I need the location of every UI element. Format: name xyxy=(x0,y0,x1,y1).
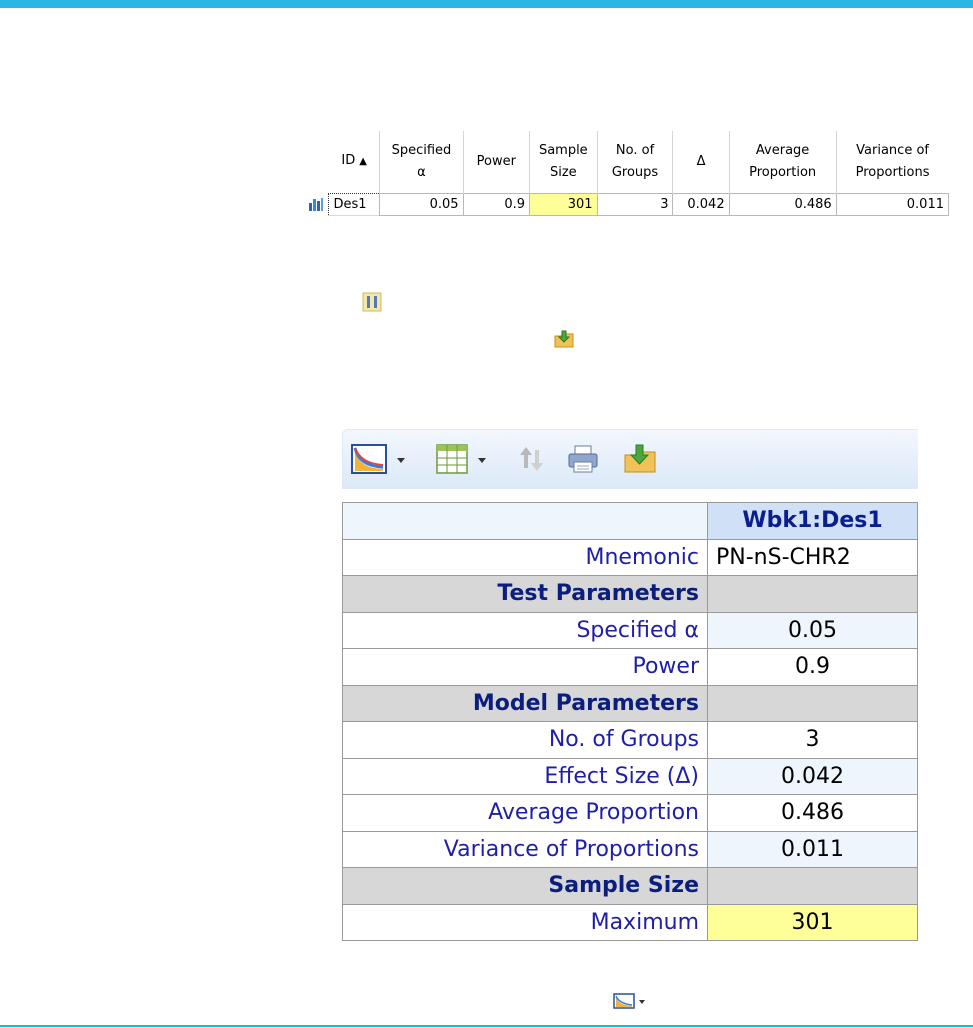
design-table-header: Wbk1:Des1 xyxy=(342,502,918,540)
sort-ascending-icon: ▲ xyxy=(359,156,367,168)
cell-id[interactable]: Des1 xyxy=(328,192,381,216)
row-label: Maximum xyxy=(342,903,708,941)
row-value: 0.9 xyxy=(707,648,918,686)
table-dropdown-caret-icon[interactable] xyxy=(478,458,486,463)
column-header-delta[interactable]: Δ xyxy=(672,131,730,193)
column-header-specified-alpha[interactable]: Specified α xyxy=(379,131,464,193)
row-label: Average Proportion xyxy=(342,794,708,832)
section-header: Model Parameters xyxy=(342,684,918,722)
bottom-divider xyxy=(0,1025,973,1027)
table-icon[interactable] xyxy=(436,444,468,478)
row-label: Variance of Proportions xyxy=(342,830,708,868)
column-header-variance-of-proportions[interactable]: Variance of Proportions xyxy=(836,131,948,193)
row-value: 0.011 xyxy=(707,830,918,868)
cell-specified-alpha[interactable]: 0.05 xyxy=(379,192,464,216)
plot-menu-icon xyxy=(613,992,651,1014)
table-row: Specified α 0.05 xyxy=(342,611,918,649)
column-header-specified-alpha-label: Specified α xyxy=(391,142,452,180)
cell-sample-size[interactable]: 301 xyxy=(529,192,598,216)
table-row: Power 0.9 xyxy=(342,648,918,686)
column-header-average-proportion[interactable]: Average Proportion xyxy=(729,131,837,193)
section-title: Test Parameters xyxy=(342,575,708,613)
column-header-power[interactable]: Power xyxy=(463,131,531,193)
cell-groups[interactable]: 3 xyxy=(596,192,674,216)
output-toolbar xyxy=(342,429,918,489)
row-value: 3 xyxy=(707,721,918,759)
row-label: No. of Groups xyxy=(342,721,708,759)
column-header-id[interactable]: ID ▲ xyxy=(328,131,381,193)
row-value: 0.05 xyxy=(707,611,918,649)
column-header-no-of-groups[interactable]: No. of Groups xyxy=(597,131,674,193)
table-row: Average Proportion 0.486 xyxy=(342,794,918,832)
row-value: 301 xyxy=(707,903,918,941)
section-title: Sample Size xyxy=(342,867,708,905)
design-header: Wbk1:Des1 xyxy=(707,502,918,540)
cell-power[interactable]: 0.9 xyxy=(462,192,531,216)
row-value: PN-nS-CHR2 xyxy=(707,538,918,576)
design-details-table: Wbk1:Des1 Mnemonic PN-nS-CHR2 Test Param… xyxy=(342,502,918,941)
column-header-sample-size[interactable]: Sample Size xyxy=(529,131,598,193)
grid-header-icon-col xyxy=(304,131,329,193)
row-label: Mnemonic xyxy=(342,538,708,576)
header-blank-cell xyxy=(342,502,708,540)
table-row: Effect Size (Δ) 0.042 xyxy=(342,757,918,795)
table-row[interactable]: Des1 0.05 0.9 301 3 0.042 0.486 0.011 xyxy=(304,192,950,216)
table-row: Variance of Proportions 0.011 xyxy=(342,830,918,868)
section-header: Sample Size xyxy=(342,867,918,905)
cell-variance[interactable]: 0.011 xyxy=(835,192,950,216)
section-title: Model Parameters xyxy=(342,684,708,722)
print-icon[interactable] xyxy=(567,444,599,478)
table-row: Mnemonic PN-nS-CHR2 xyxy=(342,538,918,576)
table-row: Maximum 301 xyxy=(342,903,918,941)
table-row: No. of Groups 3 xyxy=(342,721,918,759)
row-label: Effect Size (Δ) xyxy=(342,757,708,795)
cell-average-proportion[interactable]: 0.486 xyxy=(728,192,837,216)
top-accent-bar xyxy=(0,0,973,8)
section-header: Test Parameters xyxy=(342,575,918,613)
grid-bottom-spacer xyxy=(304,214,949,229)
row-label: Specified α xyxy=(342,611,708,649)
row-value: 0.042 xyxy=(707,757,918,795)
sort-icon xyxy=(517,444,547,478)
cell-delta[interactable]: 0.042 xyxy=(672,192,730,216)
plot-dropdown-caret-icon[interactable] xyxy=(397,458,405,463)
grid-header-row: ID ▲ Specified α Power Sample Size No. of… xyxy=(304,131,949,193)
row-label: Power xyxy=(342,648,708,686)
save-to-workbook-icon xyxy=(553,329,575,353)
save-icon[interactable] xyxy=(623,444,657,478)
plot-icon[interactable] xyxy=(351,444,387,478)
design-chart-icon[interactable] xyxy=(304,193,329,215)
output-grid: ID ▲ Specified α Power Sample Size No. of… xyxy=(304,131,950,229)
details-icon xyxy=(362,292,382,316)
row-value: 0.486 xyxy=(707,794,918,832)
